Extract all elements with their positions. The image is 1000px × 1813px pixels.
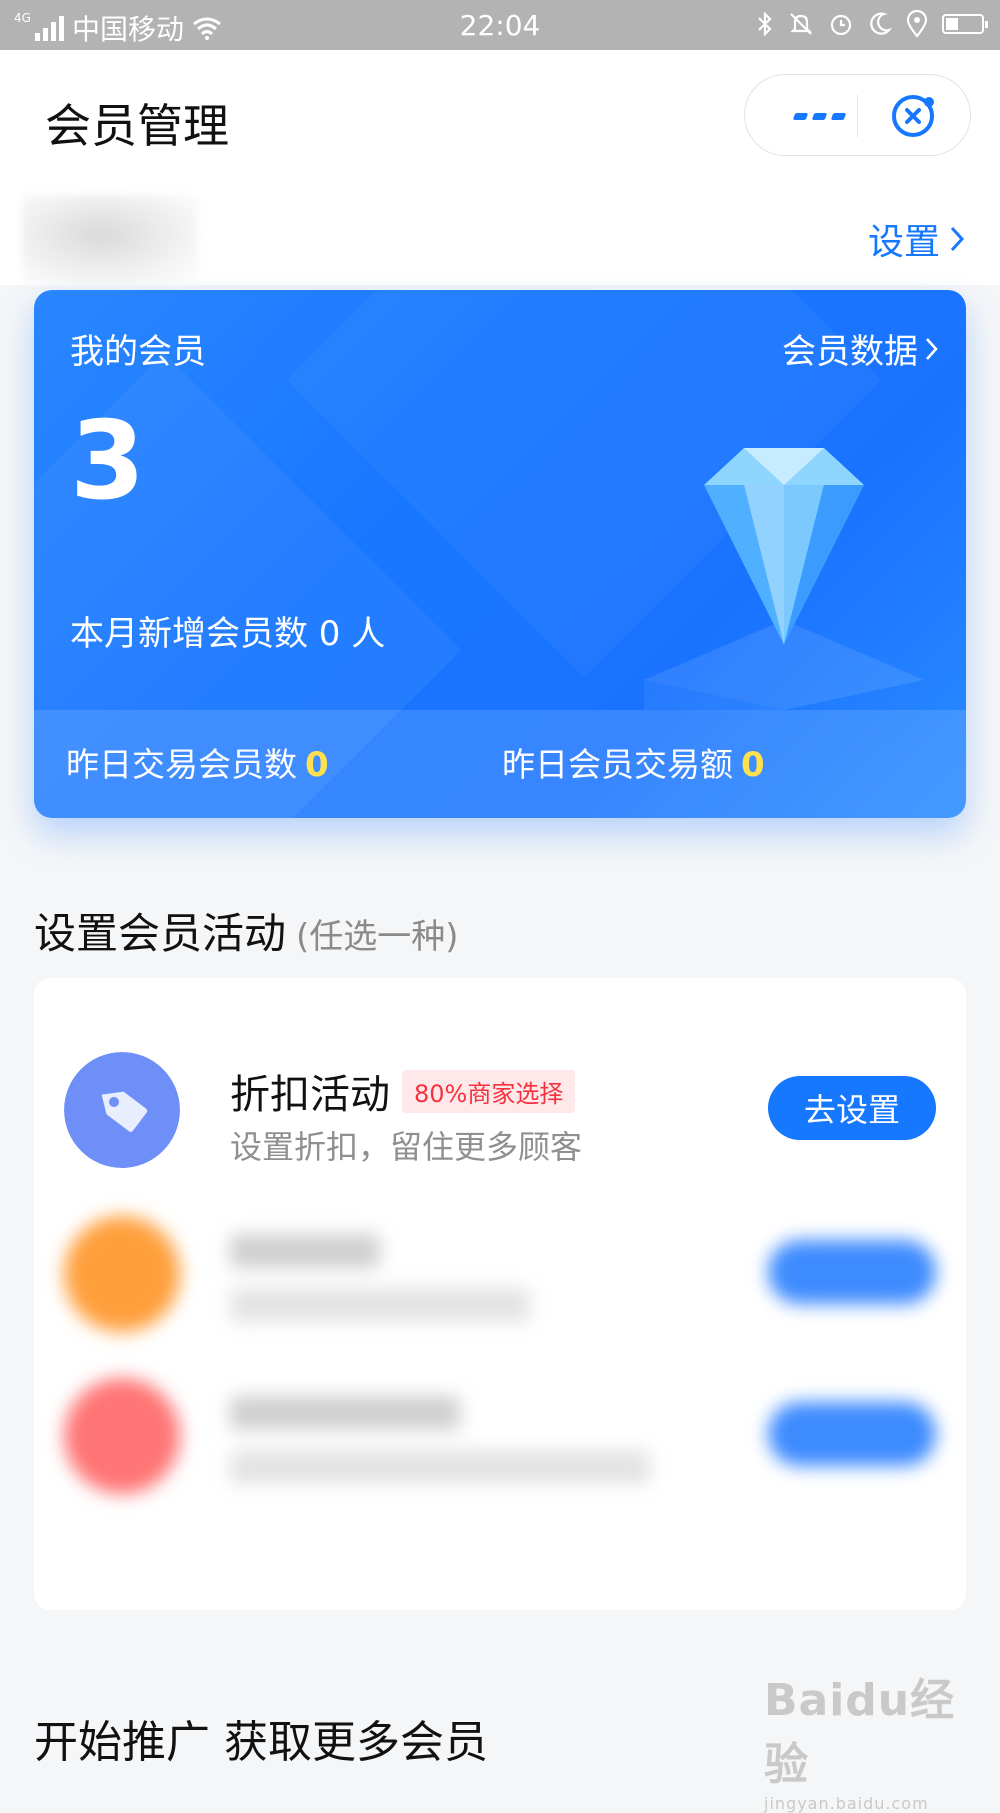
capsule-divider — [857, 95, 858, 137]
blurred-text — [230, 1450, 650, 1484]
activities-section-title: 设置会员活动 (任选一种) — [34, 900, 459, 961]
yesterday-trade-members-value: 0 — [305, 745, 329, 785]
close-circle-icon[interactable] — [889, 92, 937, 140]
watermark-url: jingyan.baidu.com — [764, 1794, 929, 1813]
activity-row-blurred — [64, 1378, 936, 1498]
baidu-watermark: Baidu经验 jingyan.baidu.com — [764, 1664, 964, 1813]
my-members-title: 我的会员 — [70, 332, 206, 372]
navigation-header: 会员管理 — [0, 50, 1000, 185]
moon-icon — [870, 12, 892, 35]
activity-name-row: 折扣活动 80%商家选择 — [230, 1062, 576, 1120]
diamond-illustration — [644, 448, 924, 710]
member-summary-card: 我的会员 会员数据 3 本月新增会员数 0 人 昨日交易会员数 0 昨日会员交易… — [34, 290, 966, 818]
status-right — [756, 10, 988, 38]
mini-program-capsule — [744, 74, 971, 156]
chevron-right-icon — [926, 337, 938, 360]
activity-badge: 80%商家选择 — [402, 1069, 576, 1113]
settings-label: 设置 — [867, 222, 940, 263]
watermark-brand: Baidu经验 — [764, 1675, 956, 1790]
activities-title: 设置会员活动 — [34, 909, 287, 958]
new-members-this-month: 本月新增会员数 0 人 — [70, 614, 386, 654]
battery-level — [946, 18, 958, 30]
location-icon — [906, 10, 928, 38]
member-data-label: 会员数据 — [782, 332, 918, 372]
yesterday-trade-amount: 昨日会员交易额 0 — [502, 738, 765, 786]
chevron-right-icon — [950, 226, 965, 252]
member-count: 3 — [70, 399, 146, 524]
alarm-icon — [830, 14, 852, 36]
activity-setup-button[interactable]: 去设置 — [768, 1076, 936, 1140]
yesterday-trade-amount-label: 昨日会员交易额 — [502, 745, 733, 784]
activity-setup-button-blurred[interactable] — [768, 1402, 936, 1466]
activities-hint: (任选一种) — [296, 917, 459, 957]
yesterday-trade-members: 昨日交易会员数 0 — [66, 738, 329, 786]
activity-row-blurred — [64, 1216, 936, 1336]
promo-title: 开始推广 获取更多会员 — [34, 1717, 488, 1768]
activity-description: 设置折扣，留住更多顾客 — [230, 1128, 583, 1166]
card-footer: 昨日交易会员数 0 昨日会员交易额 0 — [34, 710, 966, 818]
yesterday-trade-members-label: 昨日交易会员数 — [66, 745, 297, 784]
activities-card: 折扣活动 80%商家选择 设置折扣，留住更多顾客 去设置 — [34, 978, 966, 1610]
activity-name: 折扣活动 — [230, 1072, 390, 1118]
blurred-text — [230, 1396, 460, 1430]
blurred-text — [230, 1234, 380, 1268]
store-name-blurred — [22, 195, 198, 283]
activity-row-discount: 折扣活动 80%商家选择 设置折扣，留住更多顾客 去设置 — [64, 1052, 936, 1172]
activity-icon-blurred — [64, 1216, 180, 1332]
more-dots-icon[interactable] — [781, 99, 857, 133]
status-bar: 4G 中国移动 22:04 — [0, 0, 1000, 50]
member-data-link[interactable]: 会员数据 — [782, 324, 940, 373]
blurred-text — [230, 1288, 530, 1322]
mute-bell-icon — [790, 13, 812, 35]
activity-icon-blurred — [64, 1378, 180, 1494]
activity-setup-button-blurred[interactable] — [768, 1240, 936, 1304]
battery-icon — [942, 14, 988, 34]
settings-link[interactable]: 设置 — [868, 213, 966, 265]
store-bar: 设置 — [0, 185, 1000, 285]
page-title: 会员管理 — [45, 99, 229, 153]
bluetooth-icon — [758, 11, 772, 37]
yesterday-trade-amount-value: 0 — [741, 745, 765, 785]
tag-icon — [64, 1052, 180, 1168]
